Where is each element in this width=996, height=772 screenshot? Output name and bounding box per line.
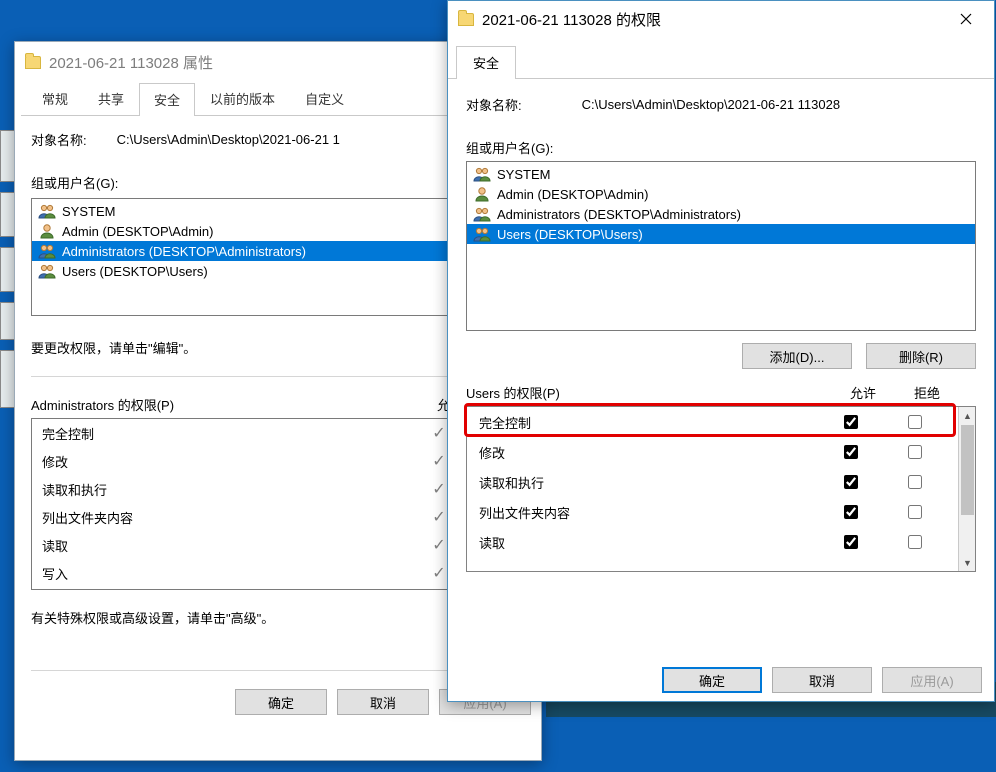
ok-button[interactable]: 确定 xyxy=(662,667,762,693)
folder-icon xyxy=(458,13,474,26)
permission-name: 列出文件夹内容 xyxy=(479,503,818,522)
permission-row: 完全控制 xyxy=(467,407,958,437)
object-name-label: 对象名称: xyxy=(466,95,522,114)
group-icon xyxy=(38,263,56,279)
permissions-edit-box: 完全控制修改读取和执行列出文件夹内容读取 xyxy=(467,407,958,571)
allow-checkbox[interactable] xyxy=(844,445,858,459)
principal-name: Admin (DESKTOP\Admin) xyxy=(497,187,648,202)
deny-checkbox[interactable] xyxy=(908,475,922,489)
permission-name: 读取和执行 xyxy=(42,480,404,499)
cancel-button[interactable]: 取消 xyxy=(772,667,872,693)
tab-自定义[interactable]: 自定义 xyxy=(290,82,359,115)
group-icon xyxy=(38,243,56,259)
group-icon xyxy=(473,226,491,242)
group-users-label: 组或用户名(G): xyxy=(466,138,976,157)
close-button[interactable] xyxy=(944,4,988,34)
allow-checkbox[interactable] xyxy=(844,475,858,489)
permissions-footer: 确定 取消 应用(A) xyxy=(662,667,982,693)
principal-item[interactable]: Users (DESKTOP\Users) xyxy=(467,224,975,244)
permission-name: 写入 xyxy=(42,564,404,583)
permission-name: 读取 xyxy=(479,533,818,552)
user-icon xyxy=(473,186,491,202)
principal-name: Administrators (DESKTOP\Administrators) xyxy=(497,207,741,222)
permissions-tabs: 安全 xyxy=(448,45,994,79)
allow-checkbox[interactable] xyxy=(844,535,858,549)
permission-name: 读取和执行 xyxy=(479,473,818,492)
apply-button[interactable]: 应用(A) xyxy=(882,667,982,693)
folder-icon xyxy=(25,56,41,69)
scroll-thumb[interactable] xyxy=(961,425,974,515)
scrollbar[interactable]: ▲ ▼ xyxy=(958,407,975,571)
scroll-down-icon[interactable]: ▼ xyxy=(959,554,976,571)
permission-row: 读取 xyxy=(467,527,958,557)
group-icon xyxy=(38,203,56,219)
permission-name: 完全控制 xyxy=(479,413,818,432)
group-icon xyxy=(473,166,491,182)
principal-name: SYSTEM xyxy=(497,167,550,182)
deny-checkbox[interactable] xyxy=(908,445,922,459)
permission-row: 修改 xyxy=(467,437,958,467)
properties-title: 2021-06-21 113028 属性 xyxy=(49,52,213,73)
permission-name: 修改 xyxy=(479,443,818,462)
object-path: C:\Users\Admin\Desktop\2021-06-21 1 xyxy=(117,132,340,147)
deny-checkbox[interactable] xyxy=(908,535,922,549)
principal-name: Users (DESKTOP\Users) xyxy=(497,227,643,242)
ok-button[interactable]: 确定 xyxy=(235,689,327,715)
tab-security[interactable]: 安全 xyxy=(456,46,516,79)
remove-button[interactable]: 删除(R) xyxy=(866,343,976,369)
object-path: C:\Users\Admin\Desktop\2021-06-21 113028 xyxy=(582,97,840,112)
permission-name: 修改 xyxy=(42,452,404,471)
principal-name: Users (DESKTOP\Users) xyxy=(62,264,208,279)
permission-name: 完全控制 xyxy=(42,424,404,443)
permission-row: 读取和执行 xyxy=(467,467,958,497)
permissions-title: 2021-06-21 113028 的权限 xyxy=(482,9,936,30)
principal-name: Administrators (DESKTOP\Administrators) xyxy=(62,244,306,259)
close-icon xyxy=(960,13,972,25)
advanced-hint: 有关特殊权限或高级设置，请单击"高级"。 xyxy=(31,608,485,627)
object-name-label: 对象名称: xyxy=(31,130,87,149)
deny-checkbox[interactable] xyxy=(908,415,922,429)
permissions-titlebar[interactable]: 2021-06-21 113028 的权限 xyxy=(448,1,994,37)
principal-item[interactable]: SYSTEM xyxy=(467,164,975,184)
tab-以前的版本[interactable]: 以前的版本 xyxy=(195,82,290,115)
column-allow: 允许 xyxy=(831,383,895,402)
principal-item[interactable]: Administrators (DESKTOP\Administrators) xyxy=(467,204,975,224)
principal-item[interactable]: Admin (DESKTOP\Admin) xyxy=(467,184,975,204)
user-icon xyxy=(38,223,56,239)
permissions-header: Administrators 的权限(P) xyxy=(31,395,415,414)
allow-checkbox[interactable] xyxy=(844,505,858,519)
add-button[interactable]: 添加(D)... xyxy=(742,343,852,369)
cancel-button[interactable]: 取消 xyxy=(337,689,429,715)
permission-row: 列出文件夹内容 xyxy=(467,497,958,527)
permissions-header: Users 的权限(P) xyxy=(466,383,831,402)
allow-checkbox[interactable] xyxy=(844,415,858,429)
group-icon xyxy=(473,206,491,222)
permission-name: 列出文件夹内容 xyxy=(42,508,404,527)
tab-安全[interactable]: 安全 xyxy=(139,83,195,116)
principal-name: Admin (DESKTOP\Admin) xyxy=(62,224,213,239)
desktop-partial-icons xyxy=(0,130,15,418)
tab-常规[interactable]: 常规 xyxy=(27,82,83,115)
edit-hint: 要更改权限，请单击"编辑"。 xyxy=(31,338,469,357)
deny-checkbox[interactable] xyxy=(908,505,922,519)
column-deny: 拒绝 xyxy=(895,383,959,402)
principals-listbox[interactable]: SYSTEM Admin (DESKTOP\Admin) Administrator… xyxy=(466,161,976,331)
tab-共享[interactable]: 共享 xyxy=(83,82,139,115)
principal-name: SYSTEM xyxy=(62,204,115,219)
scroll-up-icon[interactable]: ▲ xyxy=(959,407,976,424)
permission-name: 读取 xyxy=(42,536,404,555)
permissions-window: 2021-06-21 113028 的权限 安全 对象名称: C:\Users\… xyxy=(447,0,995,702)
